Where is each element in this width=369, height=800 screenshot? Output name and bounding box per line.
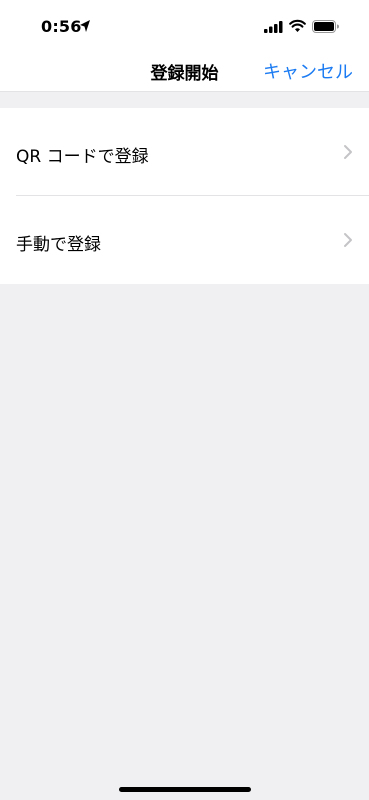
chevron-right-icon [344,145,352,159]
cellular-signal-icon [264,21,283,33]
registration-options-list: QR コードで登録 手動で登録 [0,108,369,284]
status-bar: 0:56 [0,0,369,54]
cancel-button[interactable]: キャンセル [263,58,353,84]
list-item-label: QR コードで登録 [16,147,149,167]
list-item-label: 手動で登録 [16,235,101,255]
wifi-icon [289,19,306,32]
status-time: 0:56 [41,17,82,36]
location-arrow-icon [80,20,90,32]
chevron-right-icon [344,233,352,247]
navigation-bar: 登録開始 キャンセル [0,54,369,92]
battery-icon [312,20,339,33]
home-indicator[interactable] [119,787,251,792]
list-item-qr-code[interactable]: QR コードで登録 [0,108,369,196]
header-area: 0:56 登録開始 キャンセル [0,0,369,92]
list-item-manual[interactable]: 手動で登録 [0,196,369,284]
